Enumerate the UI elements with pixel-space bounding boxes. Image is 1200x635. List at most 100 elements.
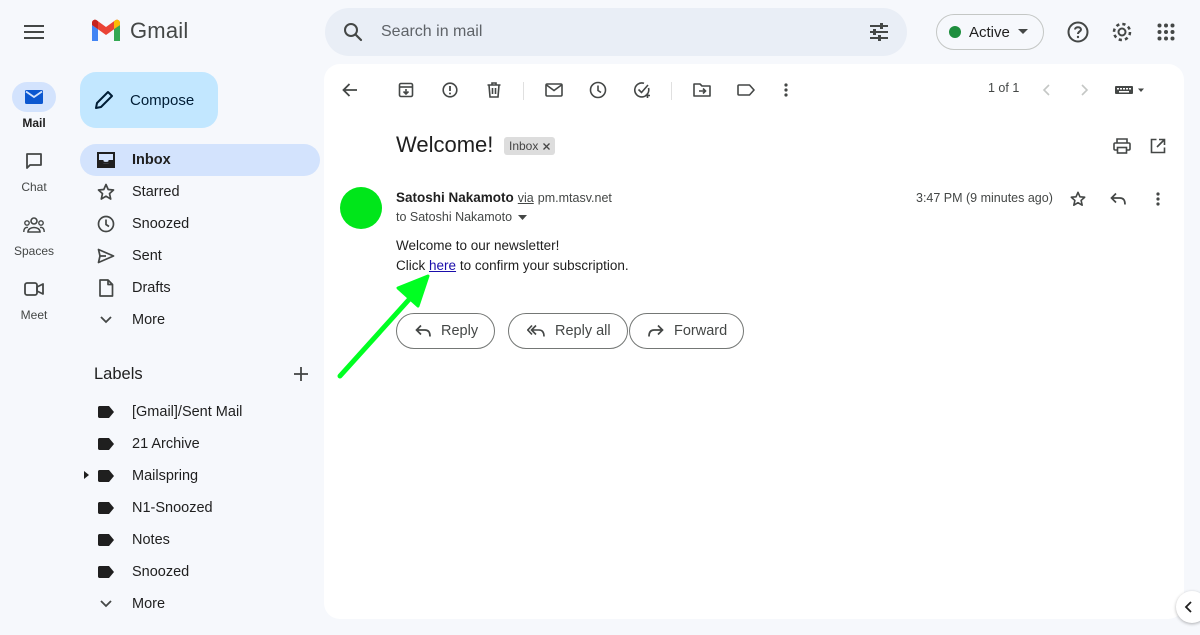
mark-unread-button[interactable] [540,76,568,104]
forward-button[interactable]: Forward [629,313,745,349]
label-tag-icon [98,406,114,418]
label-tag-icon [98,502,114,514]
label-item-snoozed[interactable]: Snoozed [80,556,320,588]
rail-item-mail[interactable]: Mail [0,82,68,130]
gear-icon [1112,22,1132,42]
label-item-more[interactable]: More [80,588,320,620]
chevron-left-icon [1184,601,1192,613]
chat-icon [26,153,42,169]
label-item-n1-snoozed[interactable]: N1-Snoozed [80,492,320,524]
more-vert-icon [784,83,788,97]
app-name: Gmail [130,18,189,43]
clock-icon [589,81,607,99]
delete-button[interactable] [480,76,508,104]
rail-item-spaces[interactable]: Spaces [0,210,68,258]
newer-button[interactable] [1032,76,1060,104]
compose-button[interactable]: Compose [80,72,218,128]
back-button[interactable] [336,76,364,104]
reply-icon [415,324,431,337]
chevron-left-icon [1042,84,1050,96]
send-icon [97,248,115,264]
search-input[interactable] [381,20,841,44]
toolbar-divider [671,82,672,100]
draft-icon [99,279,114,297]
archive-button[interactable] [392,76,420,104]
print-icon [1113,138,1131,154]
search-bar[interactable] [325,8,907,56]
more-vert-icon [1156,192,1160,206]
rail-item-meet[interactable]: Meet [0,274,68,322]
confirm-subscription-link[interactable]: here [429,258,456,273]
meet-icon [24,282,44,296]
label-outline-icon [737,84,755,96]
hamburger-icon [24,25,44,39]
label-item-mailspring[interactable]: Mailspring [80,460,320,492]
label-item-notes[interactable]: Notes [80,524,320,556]
add-task-button[interactable] [628,76,656,104]
mail-unread-icon [545,83,563,97]
label-item-sent-mail[interactable]: [Gmail]/Sent Mail [80,396,320,428]
labels-title: Labels [94,364,143,383]
body-line-2: Click here to confirm your subscription. [396,258,629,273]
sender-avatar[interactable] [340,187,382,229]
forward-icon [648,324,664,337]
recipient-row[interactable]: to Satoshi Nakamoto [396,210,528,224]
quick-reply-button[interactable] [1104,185,1132,213]
report-spam-button[interactable] [436,76,464,104]
label-item-21-archive[interactable]: 21 Archive [80,428,320,460]
side-panel-toggle[interactable] [1176,591,1200,623]
print-button[interactable] [1108,132,1136,160]
toolbar-divider [523,82,524,100]
apps-grid-icon [1157,23,1175,41]
gmail-m-icon [92,19,120,41]
nav-item-snoozed[interactable]: Snoozed [80,208,320,240]
via-label[interactable]: via [518,191,534,205]
message-more-button[interactable] [1144,185,1172,213]
star-button[interactable] [1064,185,1092,213]
report-spam-icon [442,82,458,98]
label-tag-icon [98,438,114,450]
expand-arrow-icon[interactable] [84,471,89,479]
labels-button[interactable] [732,76,760,104]
show-details-icon[interactable] [518,214,528,220]
arrow-back-icon [342,83,357,97]
gmail-logo[interactable]: Gmail [90,18,188,44]
labels-header: Labels [94,362,320,386]
nav-item-starred[interactable]: Starred [80,176,320,208]
chevron-down-icon [100,316,112,324]
reply-all-button[interactable]: Reply all [508,313,628,349]
move-to-button[interactable] [688,76,716,104]
status-selector[interactable]: Active [936,14,1044,50]
star-icon [1070,191,1086,207]
body-prefix: Click [396,258,426,273]
reply-button[interactable]: Reply [396,313,496,349]
pagination-label: 1 of 1 [988,81,1020,95]
email-subject: Welcome! [396,132,494,157]
settings-button[interactable] [1102,12,1142,52]
sender-name[interactable]: Satoshi Nakamoto [396,190,514,205]
nav-item-drafts[interactable]: Drafts [80,272,320,304]
inbox-label-chip[interactable]: Inbox [504,137,556,155]
search-icon[interactable] [341,20,365,44]
clock-icon [97,215,115,233]
archive-icon [398,82,414,98]
nav-item-inbox[interactable]: Inbox [80,144,320,176]
labels-list: [Gmail]/Sent Mail 21 Archive Mailspring … [80,396,320,620]
older-button[interactable] [1071,76,1099,104]
main-menu-button[interactable] [14,12,54,52]
label-tag-icon [98,534,114,546]
remove-label-icon[interactable] [543,142,551,150]
chip-label: Inbox [509,139,539,153]
nav-item-sent[interactable]: Sent [80,240,320,272]
top-bar: Gmail Active [0,0,1200,64]
input-tools-button[interactable] [1110,76,1150,104]
apps-button[interactable] [1146,12,1186,52]
snooze-button[interactable] [584,76,612,104]
open-new-window-button[interactable] [1144,132,1172,160]
search-options-icon[interactable] [867,20,891,44]
more-actions-button[interactable] [772,76,800,104]
help-button[interactable] [1058,12,1098,52]
nav-item-more[interactable]: More [80,304,320,336]
rail-item-chat[interactable]: Chat [0,146,68,194]
add-label-icon[interactable] [294,367,308,381]
